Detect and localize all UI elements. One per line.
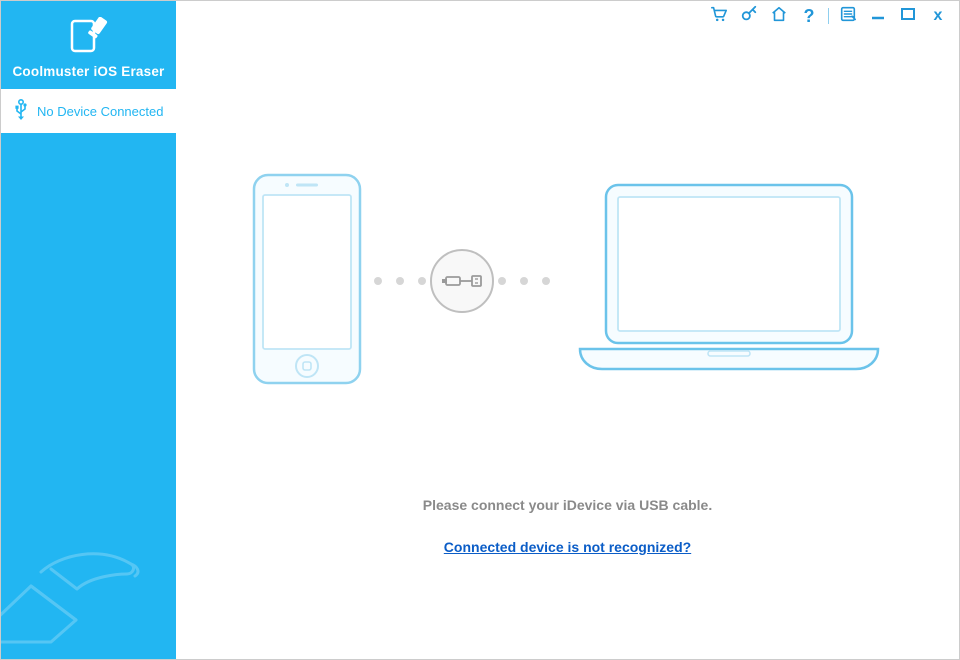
main-area: ? x (176, 1, 959, 659)
eraser-art-icon (1, 524, 171, 659)
help-button[interactable]: ? (796, 5, 822, 27)
dot-icon (418, 277, 426, 285)
phone-icon (252, 173, 362, 390)
content-area: Please connect your iDevice via USB cabl… (176, 31, 959, 659)
maximize-icon (900, 6, 916, 27)
app-title: Coolmuster iOS Eraser (12, 64, 164, 79)
dot-icon (374, 277, 382, 285)
usb-icon (13, 99, 29, 124)
close-icon: x (934, 7, 943, 25)
cart-button[interactable] (706, 5, 732, 27)
register-button[interactable] (736, 5, 762, 27)
close-button[interactable]: x (925, 5, 951, 27)
connection-dots-right (498, 277, 550, 285)
connect-illustration (252, 151, 884, 411)
feedback-button[interactable] (835, 5, 861, 27)
device-not-recognized-link[interactable]: Connected device is not recognized? (444, 539, 691, 555)
app-window: Coolmuster iOS Eraser No Device Connecte… (0, 0, 960, 660)
connection-dots-left (374, 277, 426, 285)
minimize-button[interactable] (865, 5, 891, 27)
usb-cable-icon (430, 249, 494, 313)
cart-icon (710, 5, 728, 28)
minimize-icon (870, 6, 886, 27)
maximize-button[interactable] (895, 5, 921, 27)
help-icon: ? (804, 7, 815, 25)
dot-icon (396, 277, 404, 285)
home-icon (770, 5, 788, 28)
dot-icon (520, 277, 528, 285)
dot-icon (498, 277, 506, 285)
app-logo-icon (66, 17, 112, 58)
device-status-text: No Device Connected (37, 104, 163, 119)
dot-icon (542, 277, 550, 285)
sidebar-header: Coolmuster iOS Eraser (1, 1, 176, 89)
connect-prompt: Please connect your iDevice via USB cabl… (423, 497, 712, 513)
sidebar: Coolmuster iOS Eraser No Device Connecte… (1, 1, 176, 659)
key-icon (740, 5, 758, 28)
laptop-icon (574, 179, 884, 384)
titlebar: ? x (176, 1, 959, 31)
feedback-icon (839, 5, 857, 28)
home-button[interactable] (766, 5, 792, 27)
device-status-row[interactable]: No Device Connected (1, 89, 176, 133)
titlebar-separator (828, 8, 829, 24)
